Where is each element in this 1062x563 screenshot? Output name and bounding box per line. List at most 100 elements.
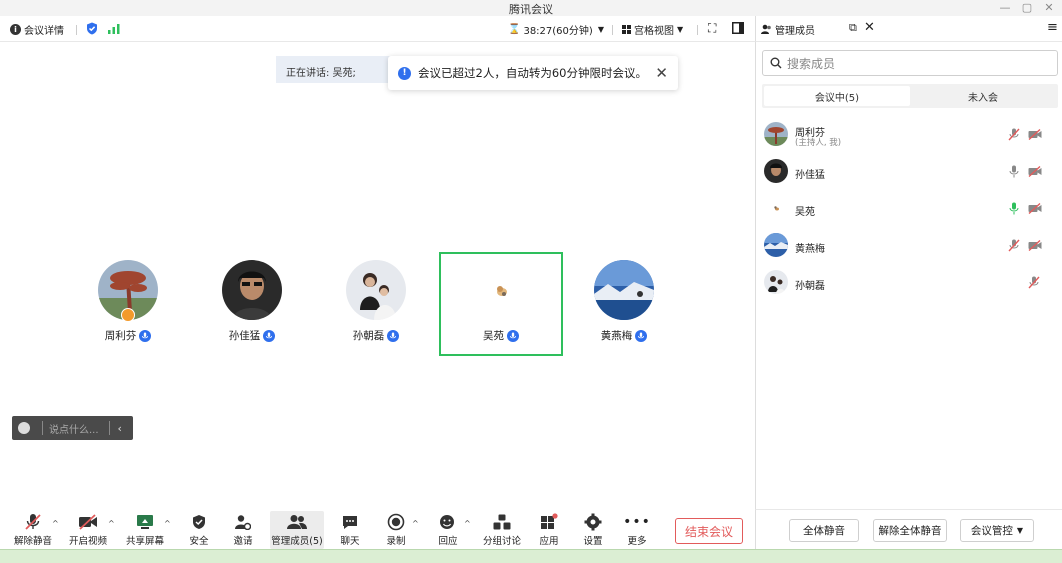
- camera-off-icon[interactable]: [1028, 129, 1042, 140]
- popout-icon[interactable]: ⧉: [849, 21, 857, 35]
- chevron-down-icon: ▼: [597, 25, 604, 34]
- member-row[interactable]: 吴苑: [756, 192, 1062, 224]
- close-icon[interactable]: ✕: [1041, 1, 1057, 14]
- mic-muted-icon[interactable]: [1008, 128, 1020, 141]
- minimize-icon[interactable]: —: [997, 1, 1013, 14]
- meeting-control-button[interactable]: 会议管控 ▼: [960, 519, 1034, 542]
- fullscreen-icon[interactable]: ⛶: [708, 21, 716, 36]
- shield-icon: [186, 511, 212, 533]
- record-label: 录制: [386, 536, 406, 547]
- unmute-label: 解除静音: [13, 536, 52, 547]
- meeting-details-button[interactable]: i 会议详情: [10, 22, 64, 37]
- divider: [612, 25, 613, 35]
- reactions-button[interactable]: 回应: [436, 511, 460, 547]
- start-video-button[interactable]: 开启视频: [68, 511, 108, 547]
- participant-tile[interactable]: 孙佳猛: [190, 252, 314, 356]
- chevron-up-icon[interactable]: ^: [108, 519, 115, 528]
- settings-label: 设置: [583, 536, 603, 547]
- emoji-icon[interactable]: [18, 422, 30, 434]
- share-screen-button[interactable]: 共享屏幕: [124, 511, 166, 547]
- chevron-up-icon[interactable]: ^: [164, 519, 171, 528]
- reactions-label: 回应: [438, 536, 458, 547]
- participant-tile[interactable]: 周利芬: [66, 252, 190, 356]
- gear-icon: [581, 511, 605, 533]
- more-button[interactable]: ••• 更多: [623, 511, 650, 547]
- avatar: [764, 233, 788, 257]
- avatar: [222, 260, 282, 320]
- chevron-up-icon[interactable]: ^: [412, 519, 419, 528]
- unmute-all-button[interactable]: 解除全体静音: [873, 519, 947, 542]
- member-search-input[interactable]: 搜索成员: [762, 50, 1058, 76]
- avatar: [764, 270, 788, 294]
- mic-icon: [263, 329, 276, 342]
- participant-tile[interactable]: 黄燕梅: [562, 252, 686, 356]
- chat-label: 聊天: [340, 536, 360, 547]
- camera-off-icon[interactable]: [1028, 240, 1042, 251]
- meeting-top-bar: i 会议详情 ⌛ 38:27(60分钟) ▼ 宫格视图 ▼ ⛶: [0, 16, 755, 42]
- member-name: 黄燕梅: [795, 244, 825, 255]
- avatar: [764, 196, 788, 220]
- search-icon: [770, 57, 782, 69]
- quick-chat-input[interactable]: 说点什么... ‹: [12, 416, 133, 440]
- breakout-rooms-button[interactable]: 分组讨论: [482, 511, 522, 547]
- signal-strength-icon: [108, 24, 120, 34]
- end-meeting-button[interactable]: 结束会议: [675, 518, 743, 544]
- invite-label: 邀请: [233, 536, 253, 547]
- chevron-up-icon[interactable]: ^: [52, 519, 59, 528]
- meeting-timer[interactable]: ⌛ 38:27(60分钟) ▼: [508, 22, 604, 37]
- security-shield-icon[interactable]: [86, 22, 98, 35]
- member-row[interactable]: 孙佳猛: [756, 155, 1062, 187]
- start-video-label: 开启视频: [68, 536, 107, 547]
- chevron-down-icon: ▼: [677, 25, 684, 34]
- camera-off-icon: [68, 511, 108, 533]
- tab-not-joined[interactable]: 未入会: [910, 86, 1056, 106]
- members-tab[interactable]: 管理成员: [761, 22, 815, 37]
- grid-icon: [622, 25, 631, 34]
- emoji-reaction-icon: [436, 511, 460, 533]
- participant-tile[interactable]: 孙朝磊: [314, 252, 438, 356]
- breakout-label: 分组讨论: [482, 536, 521, 547]
- avatar: [346, 260, 406, 320]
- members-panel-header: 管理成员 ⧉ ✕ ≡: [755, 16, 1062, 42]
- participant-name: 孙佳猛: [228, 330, 261, 342]
- meeting-control-label: 会议管控: [970, 525, 1013, 537]
- camera-off-icon[interactable]: [1028, 203, 1042, 214]
- close-panel-icon[interactable]: ✕: [864, 20, 875, 35]
- menu-icon[interactable]: ≡: [1047, 20, 1058, 35]
- divider: [697, 25, 698, 35]
- grid-view-button[interactable]: 宫格视图 ▼: [622, 22, 683, 37]
- host-badge-icon: [121, 308, 135, 322]
- mic-muted-icon[interactable]: [1028, 276, 1040, 289]
- close-toast-icon[interactable]: ✕: [655, 64, 668, 82]
- member-row[interactable]: 黄燕梅: [756, 229, 1062, 261]
- mic-icon[interactable]: [1008, 165, 1020, 178]
- tab-in-meeting[interactable]: 会议中(5): [764, 86, 910, 106]
- camera-off-icon[interactable]: [1028, 166, 1042, 177]
- chevron-up-icon[interactable]: ^: [464, 519, 471, 528]
- security-button[interactable]: 安全: [186, 511, 212, 547]
- settings-button[interactable]: 设置: [581, 511, 605, 547]
- chat-button[interactable]: 聊天: [338, 511, 362, 547]
- tencent-meeting-window: 腾讯会议 — ▢ ✕ i 会议详情 ⌛ 38:27(60分钟) ▼ 宫格视图 ▼…: [0, 0, 1062, 563]
- member-row[interactable]: 孙朝磊: [756, 266, 1062, 298]
- meeting-details-label: 会议详情: [24, 26, 64, 37]
- chevron-left-icon[interactable]: ‹: [118, 422, 122, 435]
- invite-button[interactable]: 邀请: [230, 511, 256, 547]
- meeting-toolbar: 解除静音 ^ 开启视频 ^ 共享屏幕 ^ 安全 邀请 管理成员(5) 聊天 录制…: [0, 509, 755, 549]
- mute-all-button[interactable]: 全体静音: [789, 519, 859, 542]
- unmute-button[interactable]: 解除静音: [12, 511, 54, 547]
- member-row[interactable]: 周利芬 (主持人, 我): [756, 118, 1062, 150]
- mic-icon: [507, 329, 519, 342]
- restore-icon[interactable]: ▢: [1019, 1, 1035, 14]
- mic-muted-icon[interactable]: [1008, 239, 1020, 252]
- apps-button[interactable]: 应用: [537, 511, 561, 547]
- divider: [108, 421, 110, 435]
- desktop-taskbar-strip: [0, 549, 1062, 563]
- side-panel-toggle-icon[interactable]: [732, 22, 744, 34]
- manage-members-button[interactable]: 管理成员(5): [270, 511, 324, 549]
- mic-active-icon[interactable]: [1008, 202, 1020, 215]
- more-label: 更多: [627, 536, 647, 547]
- record-button[interactable]: 录制: [384, 511, 408, 547]
- participant-tile-active[interactable]: 吴苑: [439, 252, 563, 356]
- members-icon: [761, 24, 771, 34]
